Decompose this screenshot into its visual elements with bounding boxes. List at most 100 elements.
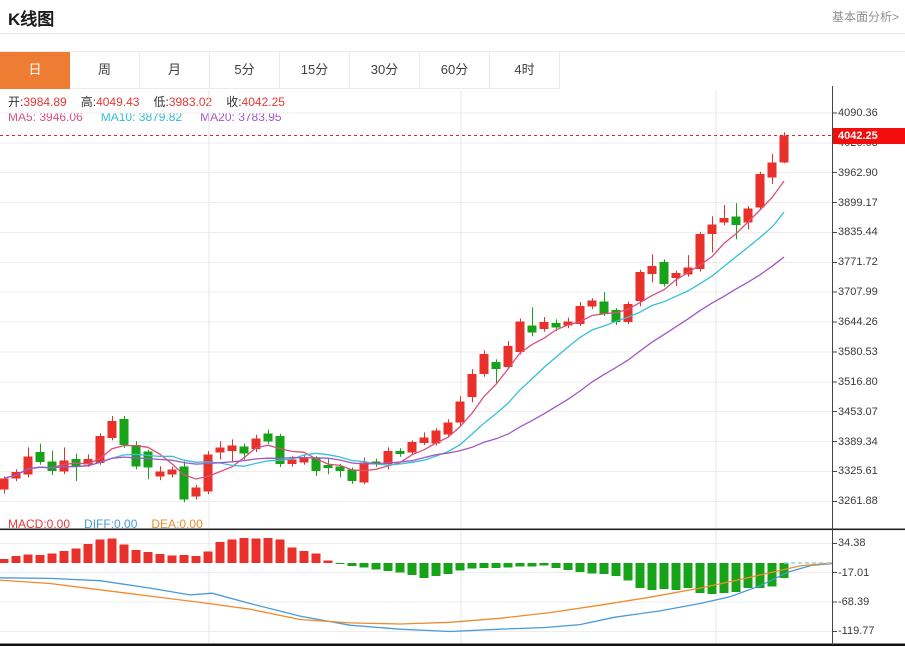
candle-body — [420, 438, 429, 444]
candle-body — [108, 421, 117, 438]
macd-bar — [348, 563, 357, 566]
macd-bar — [468, 563, 477, 569]
macd-bar — [504, 563, 513, 568]
macd-bar — [432, 563, 441, 576]
candle-body — [324, 465, 333, 468]
candle-body — [132, 445, 141, 467]
y-axis-label: -68.39 — [838, 596, 869, 608]
macd-bar — [24, 554, 33, 563]
macd-bar — [732, 563, 741, 592]
macd-bar — [708, 563, 717, 594]
candle-body — [288, 460, 297, 465]
macd-bar — [672, 563, 681, 590]
macd-bar — [192, 556, 201, 563]
macd-bar — [480, 563, 489, 568]
candle-body — [348, 469, 357, 481]
macd-bar — [540, 563, 549, 565]
macd-bar — [288, 548, 297, 563]
candle-body — [732, 216, 741, 225]
macd-bar — [600, 563, 609, 574]
candle-body — [36, 452, 45, 462]
macd-bar — [12, 556, 21, 563]
y-axis-label: 3835.44 — [838, 226, 878, 238]
candle-body — [600, 302, 609, 314]
y-axis-label: 3389.34 — [838, 436, 878, 448]
y-axis-label: 3580.53 — [838, 346, 878, 358]
candle-body — [300, 458, 309, 462]
candle-body — [204, 454, 213, 491]
y-axis-label: 3516.80 — [838, 376, 878, 388]
macd-bar — [312, 553, 321, 563]
candle-body — [48, 461, 57, 470]
macd-bar — [564, 563, 573, 570]
panel-separator — [0, 529, 905, 531]
macd-bar — [108, 538, 117, 563]
candle-body — [696, 234, 705, 269]
macd-bar — [396, 563, 405, 573]
candle-body — [756, 174, 765, 207]
candle-body — [516, 321, 525, 352]
candle-body — [708, 224, 717, 234]
y-axis-label: 3962.90 — [838, 167, 878, 179]
candle-body — [528, 325, 537, 332]
macd-bar — [456, 563, 465, 570]
candle-body — [120, 419, 129, 445]
macd-bar — [528, 563, 537, 566]
macd-histogram — [0, 538, 789, 594]
y-axis-label: 3899.17 — [838, 197, 878, 209]
macd-bar — [168, 556, 177, 563]
candlestick-chart[interactable] — [0, 0, 905, 647]
macd-bar — [204, 552, 213, 563]
y-axis-label: 4090.36 — [838, 107, 878, 119]
y-axis-label: 34.38 — [838, 537, 866, 549]
last-price-tag: 4042.25 — [833, 128, 905, 144]
candle-body — [456, 401, 465, 422]
y-axis-label: 3707.99 — [838, 286, 878, 298]
ma20-line — [4, 257, 784, 478]
y-axis-label: 3261.88 — [838, 495, 878, 507]
candle-body — [216, 447, 225, 452]
macd-bar — [336, 563, 345, 564]
macd-bar — [552, 563, 561, 568]
y-axis-label: -17.01 — [838, 567, 869, 579]
macd-bar — [612, 563, 621, 576]
candle-body — [480, 354, 489, 374]
macd-bar — [216, 542, 225, 563]
macd-bar — [684, 563, 693, 588]
candle-body — [624, 304, 633, 322]
y-axis-label: 3325.61 — [838, 465, 878, 477]
candle-body — [780, 136, 789, 163]
macd-bar — [48, 553, 57, 563]
macd-bar — [660, 563, 669, 589]
macd-bar — [36, 555, 45, 563]
candle-body — [468, 374, 477, 397]
macd-bar — [516, 563, 525, 566]
macd-bar — [144, 552, 153, 563]
macd-bar — [84, 544, 93, 563]
candle-body — [396, 451, 405, 454]
y-axis-label: 3771.72 — [838, 256, 878, 268]
candle-body — [240, 446, 249, 453]
candle-body — [0, 478, 9, 489]
macd-bar — [648, 563, 657, 590]
macd-bar — [0, 559, 9, 563]
candle-body — [588, 301, 597, 307]
kline-chart-widget: K线图 基本面分析> 日 周 月 5分 15分 30分 60分 4时 开:398… — [0, 0, 905, 647]
candle-body — [660, 262, 669, 284]
candle-body — [444, 423, 453, 435]
macd-bar — [72, 549, 81, 563]
macd-bar — [588, 563, 597, 573]
macd-bar — [372, 563, 381, 569]
candle-body — [408, 442, 417, 452]
candle-body — [768, 162, 777, 177]
macd-bar — [408, 563, 417, 575]
y-axis-label: -119.77 — [838, 625, 875, 637]
macd-bar — [384, 563, 393, 571]
candle-body — [492, 362, 501, 369]
candle-body — [168, 469, 177, 474]
macd-bar — [624, 563, 633, 581]
macd-bar — [744, 563, 753, 588]
macd-bar — [60, 551, 69, 563]
macd-bar — [444, 563, 453, 574]
candle-body — [192, 488, 201, 497]
